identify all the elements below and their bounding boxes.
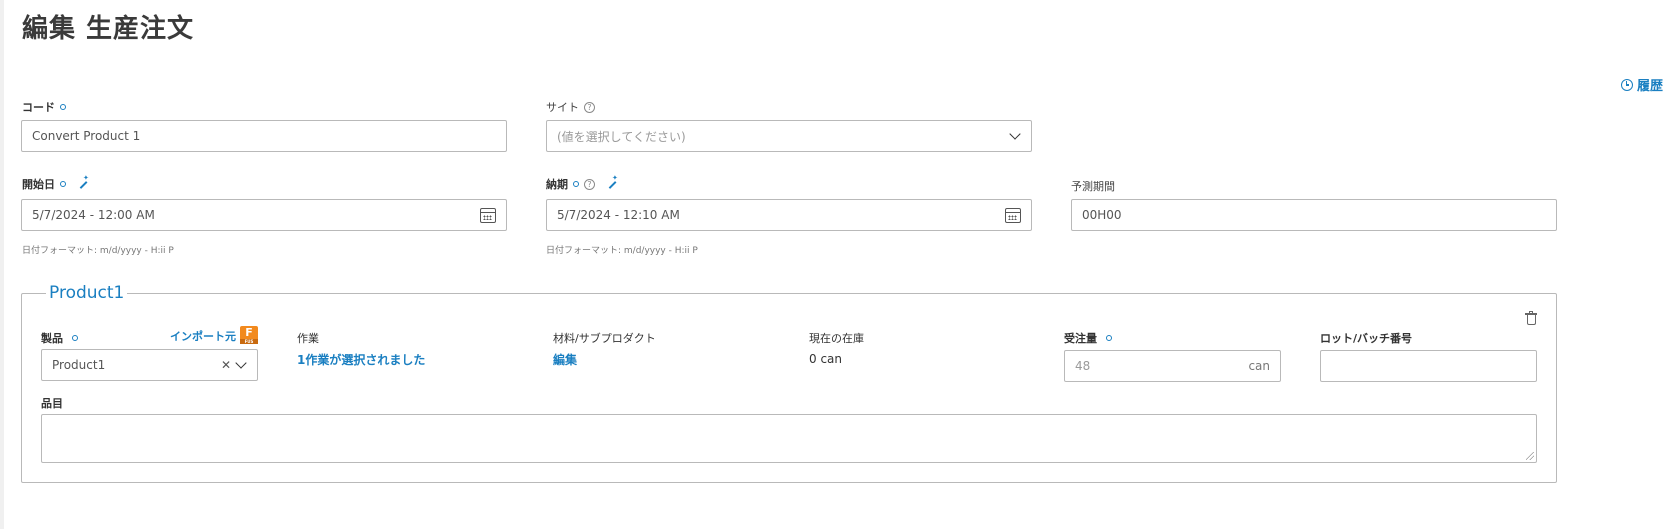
product-select[interactable]: Product1 ✕ <box>41 349 258 381</box>
start-date-input[interactable]: 5/7/2024 - 12:00 AM <box>21 199 507 231</box>
order-qty-value: 48 <box>1075 359 1091 373</box>
forecast-period-label: 予測期間 <box>1071 178 1115 194</box>
import-from-link[interactable]: インポート元 <box>170 328 236 344</box>
materials-label: 材料/サブプロダクト <box>553 332 656 345</box>
product-value: Product1 <box>52 358 106 372</box>
magic-wand-icon[interactable] <box>606 174 618 190</box>
required-icon <box>60 104 66 110</box>
code-value: Convert Product 1 <box>32 129 141 143</box>
product-label-text: 製品 <box>41 332 63 345</box>
product-legend: Product1 <box>46 283 128 303</box>
chevron-down-icon[interactable] <box>235 357 247 369</box>
left-rail <box>0 0 4 529</box>
code-input[interactable]: Convert Product 1 <box>21 120 507 152</box>
start-date-value: 5/7/2024 - 12:00 AM <box>32 208 155 222</box>
page-title: 編集 生産注文 <box>22 14 195 44</box>
history-link[interactable]: 履歴 <box>1620 75 1663 94</box>
resize-handle[interactable] <box>1526 452 1534 460</box>
start-date-format-hint: 日付フォーマット: m/d/yyyy - H:ii P <box>22 246 174 256</box>
trash-icon[interactable] <box>1525 311 1537 325</box>
calendar-icon[interactable] <box>480 208 496 223</box>
clock-icon <box>1620 78 1633 91</box>
site-label: サイト ? <box>546 99 595 115</box>
current-stock-label: 現在の在庫 <box>809 332 864 345</box>
code-label: コード <box>22 99 66 115</box>
start-date-label-text: 開始日 <box>22 178 55 191</box>
product-label: 製品 <box>41 330 78 346</box>
required-icon <box>573 181 579 187</box>
lot-batch-label: ロット/バッチ番号 <box>1320 332 1413 345</box>
item-label: 品目 <box>41 397 63 410</box>
order-qty-label: 受注量 <box>1064 330 1112 346</box>
due-date-format-hint: 日付フォーマット: m/d/yyyy - H:ii P <box>546 246 698 256</box>
lot-batch-input[interactable] <box>1320 350 1537 382</box>
required-icon <box>1106 335 1112 341</box>
operations-label: 作業 <box>297 332 319 345</box>
item-textarea[interactable] <box>41 414 1537 463</box>
help-icon[interactable]: ? <box>584 101 595 113</box>
operations-link[interactable]: 1作業が選択されました <box>297 351 425 368</box>
code-label-text: コード <box>22 101 55 114</box>
site-placeholder: (値を選択してください) <box>557 129 686 144</box>
fusion-icon[interactable]: F FUS <box>240 326 258 344</box>
history-label: 履歴 <box>1636 79 1663 94</box>
materials-edit-link[interactable]: 編集 <box>553 351 577 368</box>
current-stock-value: 0 can <box>809 352 843 366</box>
chevron-down-icon <box>1009 128 1021 140</box>
order-qty-unit: can <box>1248 359 1270 373</box>
site-label-text: サイト <box>546 101 579 114</box>
due-date-input[interactable]: 5/7/2024 - 12:10 AM <box>546 199 1032 231</box>
magic-wand-icon[interactable] <box>77 174 89 190</box>
start-date-label: 開始日 <box>22 174 89 192</box>
calendar-icon[interactable] <box>1005 208 1021 223</box>
clear-icon[interactable]: ✕ <box>221 358 231 372</box>
forecast-period-label-text: 予測期間 <box>1071 180 1115 193</box>
due-date-label: 納期 ? <box>546 174 618 192</box>
due-date-value: 5/7/2024 - 12:10 AM <box>557 208 680 222</box>
order-qty-label-text: 受注量 <box>1064 332 1097 345</box>
site-select[interactable]: (値を選択してください) <box>546 120 1032 152</box>
forecast-period-value: 00H00 <box>1082 208 1122 222</box>
order-qty-input[interactable]: 48 can <box>1064 350 1281 382</box>
required-icon <box>60 181 66 187</box>
help-icon[interactable]: ? <box>584 178 595 190</box>
forecast-period-input[interactable]: 00H00 <box>1071 199 1557 231</box>
required-icon <box>72 335 78 341</box>
due-date-label-text: 納期 <box>546 178 568 191</box>
